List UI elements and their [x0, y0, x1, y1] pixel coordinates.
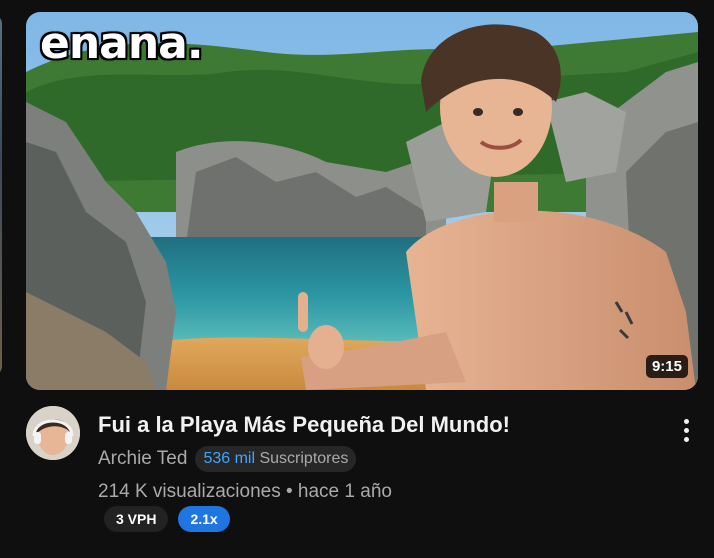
- channel-row: Archie Ted 536 mil Suscriptores: [98, 446, 357, 472]
- extension-badges: 3 VPH 2.1x: [104, 506, 230, 532]
- video-title[interactable]: Fui a la Playa Más Pequeña Del Mundo!: [98, 412, 510, 438]
- video-stats: 214 K visualizaciones • hace 1 año: [98, 481, 392, 502]
- channel-name[interactable]: Archie Ted: [98, 448, 187, 470]
- duration-badge: 9:15: [645, 355, 688, 378]
- video-thumbnail[interactable]: enana. 9:15: [26, 12, 698, 390]
- subscriber-pill: 536 mil Suscriptores: [195, 446, 357, 472]
- more-dot: [683, 427, 689, 433]
- vph-badge: 3 VPH: [104, 506, 169, 532]
- channel-avatar[interactable]: [26, 406, 80, 460]
- more-vert-icon[interactable]: [674, 414, 698, 446]
- subscriber-label: Suscriptores: [259, 450, 349, 467]
- more-dot: [683, 418, 689, 424]
- adjacent-video-card-edge[interactable]: [0, 14, 2, 376]
- thumbnail-caption: enana.: [40, 18, 204, 69]
- more-dot: [683, 436, 689, 442]
- avatar-image: [26, 406, 80, 460]
- multiplier-badge: 2.1x: [178, 506, 230, 532]
- subscriber-count: 536 mil: [203, 450, 256, 467]
